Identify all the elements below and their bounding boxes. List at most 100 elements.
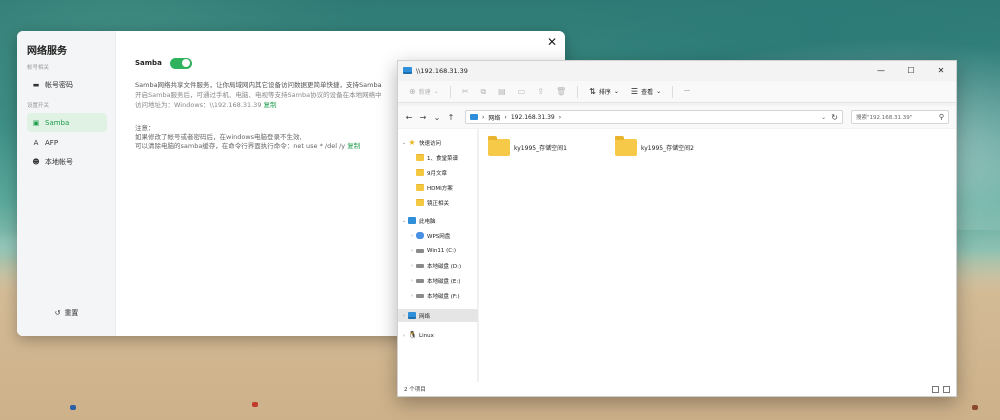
tree-item[interactable]: 1、食堂菜谱 — [398, 151, 478, 164]
more-button[interactable]: ··· — [679, 84, 695, 100]
cut-button[interactable]: ✂ — [457, 84, 474, 100]
tree-item[interactable]: › 本地磁盘 (F:) — [398, 289, 478, 302]
note-command: 可以清除电脑的samba缓存，在命令行界面执行命令：net use * /del… — [135, 142, 346, 150]
sidebar-item-samba[interactable]: ▣ Samba — [27, 113, 107, 132]
drive-icon — [416, 278, 424, 283]
breadcrumb-host[interactable]: 192.168.31.39 — [511, 114, 555, 121]
file-explorer-window: \\192.168.31.39 — ☐ ✕ ⊕ 新建 ⌄ ✂ ⧉ ▤ ▭ ⇪ 🗑… — [397, 60, 957, 397]
chevron-down-icon: ⌄ — [613, 88, 619, 95]
tree-item-label: WPS网盘 — [427, 233, 451, 240]
share-folder-item[interactable]: ky1995_存储空间1 — [488, 136, 567, 156]
tree-item-label: 网络 — [419, 313, 431, 320]
chevron-down-icon: ⌄ — [433, 88, 439, 95]
sidebar-item-label: Samba — [45, 118, 70, 127]
sidebar-item-local-account[interactable]: ☻ 本地帐号 — [27, 152, 107, 171]
tree-item[interactable]: › 网络 — [398, 309, 478, 322]
expand-chevron-icon[interactable]: ⌄ — [400, 218, 408, 224]
address-dropdown-icon[interactable]: ⌄ — [821, 114, 826, 121]
tree-item[interactable]: › 🐧 Linux — [398, 329, 478, 342]
window-title: \\192.168.31.39 — [416, 66, 468, 75]
new-button[interactable]: ⊕ 新建 ⌄ — [404, 84, 444, 100]
toolbar-divider — [449, 85, 451, 98]
tree-item[interactable]: › WPS网盘 — [398, 229, 478, 242]
address-bar[interactable]: › 网络 › 192.168.31.39 › ⌄ ↻ — [465, 110, 843, 124]
back-arrow-icon[interactable]: ← — [402, 110, 416, 124]
trash-icon: 🗑 — [556, 87, 567, 96]
sidebar-item-label: 本地帐号 — [45, 157, 73, 166]
folder-icon — [615, 136, 637, 156]
view-label: 查看 — [641, 89, 654, 96]
tree-item-label: 1、食堂菜谱 — [427, 155, 458, 162]
network-icon — [470, 114, 478, 120]
expand-chevron-icon[interactable]: › — [400, 313, 408, 319]
expand-chevron-icon[interactable]: › — [400, 333, 408, 339]
sort-icon: ⇅ — [589, 87, 596, 96]
paste-button[interactable]: ▤ — [493, 84, 511, 100]
account-card-icon: ▬ — [32, 80, 40, 89]
copy-button[interactable]: ⧉ — [475, 84, 491, 100]
share-button[interactable]: ⇪ — [532, 84, 549, 100]
reset-label: 重置 — [64, 309, 79, 317]
copy-command-link[interactable]: 复制 — [347, 142, 360, 150]
sort-button[interactable]: ⇅ 排序 ⌄ — [584, 84, 624, 100]
reset-button[interactable]: ↺ 重置 — [17, 308, 116, 318]
delete-button[interactable]: 🗑 — [551, 84, 571, 100]
expand-chevron-icon[interactable]: › — [408, 233, 416, 239]
search-input[interactable]: 搜索"192.168.31.39" ⚲ — [851, 110, 949, 124]
tree-item[interactable]: 镜正相关 — [398, 196, 478, 209]
tree-item[interactable]: › Win11 (C:) — [398, 244, 478, 257]
settings-sidebar: 网络服务 帐号相关 ▬ 帐号密码 设置开关 ▣ Samba A AFP ☻ 本地… — [17, 31, 116, 336]
tree-item-label: 此电脑 — [419, 218, 436, 225]
tree-item-label: Win11 (C:) — [427, 247, 457, 254]
search-placeholder: 搜索"192.168.31.39" — [856, 115, 913, 121]
minimize-button[interactable]: — — [866, 61, 896, 80]
share-folder-item[interactable]: ky1995_存储空间2 — [615, 136, 694, 156]
up-arrow-icon[interactable]: ↑ — [444, 110, 458, 124]
expand-chevron-icon[interactable]: › — [408, 293, 416, 299]
linux-icon: 🐧 — [408, 331, 417, 339]
user-icon: ☻ — [32, 157, 40, 166]
view-button[interactable]: ☰ 查看 ⌄ — [626, 84, 666, 100]
refresh-icon[interactable]: ↻ — [831, 113, 838, 122]
more-icon: ··· — [684, 88, 690, 95]
expand-chevron-icon[interactable]: › — [408, 263, 416, 269]
copy-address-link[interactable]: 复制 — [264, 101, 277, 109]
new-label: 新建 — [418, 89, 431, 96]
recent-chevron-icon[interactable]: ⌄ — [430, 110, 444, 124]
navigation-pane: ⌄ ★ 快速访问 1、食堂菜谱 9月文章 HDMI方案镜正相关 ⌄ 此电脑 › WPS网盘 › Win… — [398, 129, 478, 382]
sidebar-item-label: AFP — [45, 138, 59, 147]
beach-person — [252, 402, 258, 407]
tree-item[interactable]: › 本地磁盘 (D:) — [398, 259, 478, 272]
samba-toggle[interactable] — [169, 57, 192, 69]
rename-button[interactable]: ▭ — [513, 84, 531, 100]
expand-chevron-icon[interactable]: ⌄ — [400, 140, 408, 146]
details-view-icon[interactable] — [932, 385, 939, 393]
network-folder-icon — [403, 67, 412, 74]
tree-item[interactable]: › 本地磁盘 (E:) — [398, 274, 478, 287]
toolbar-divider — [672, 85, 674, 98]
tree-item[interactable]: 9月文章 — [398, 166, 478, 179]
tree-item-label: 9月文章 — [427, 170, 447, 177]
settings-title: 网络服务 — [27, 46, 67, 57]
breadcrumb-network[interactable]: 网络 — [488, 113, 500, 122]
tree-item-label: 镜正相关 — [427, 200, 450, 207]
chevron-down-icon: ⌄ — [656, 88, 662, 95]
sidebar-item-afp[interactable]: A AFP — [27, 133, 107, 152]
rename-icon: ▭ — [517, 87, 526, 96]
sidebar-item-account-password[interactable]: ▬ 帐号密码 — [27, 75, 107, 94]
navigation-bar: ← → ⌄ ↑ › 网络 › 192.168.31.39 › ⌄ ↻ 搜索"19… — [398, 106, 956, 128]
tree-item[interactable]: ⌄ 此电脑 — [398, 214, 478, 227]
samba-label: Samba — [135, 59, 162, 67]
maximize-button[interactable]: ☐ — [896, 61, 926, 80]
tree-item[interactable]: HDMI方案 — [398, 181, 478, 194]
tree-item-label: 本地磁盘 (E:) — [427, 278, 461, 285]
close-button[interactable]: ✕ — [926, 61, 956, 80]
forward-arrow-icon[interactable]: → — [416, 110, 430, 124]
expand-chevron-icon[interactable]: › — [408, 278, 416, 284]
copy-icon: ⧉ — [480, 86, 487, 96]
tiles-view-icon[interactable] — [943, 385, 950, 393]
tree-item[interactable]: ⌄ ★ 快速访问 — [398, 136, 478, 149]
close-button[interactable]: ✕ — [547, 36, 557, 48]
expand-chevron-icon[interactable]: › — [408, 248, 416, 254]
group-label-settings: 设置开关 — [27, 103, 50, 109]
